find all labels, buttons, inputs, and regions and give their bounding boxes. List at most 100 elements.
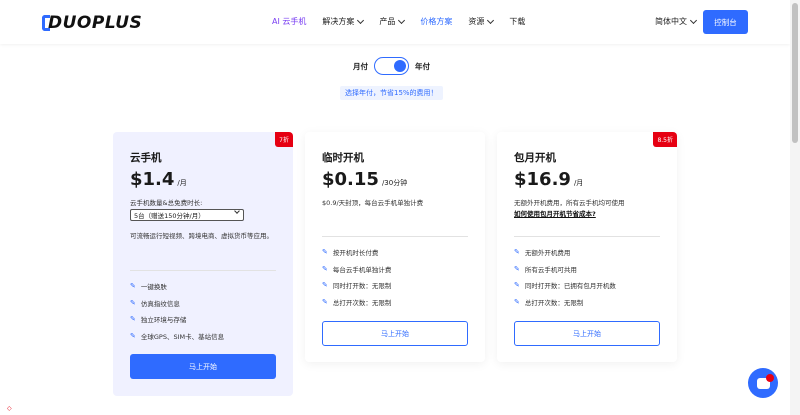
logo-text: DUOPLUS bbox=[48, 13, 143, 33]
top-navbar: DUOPLUS AI 云手机 解决方案 产品 价格方案 资源 下载 简体中文 控… bbox=[0, 0, 790, 44]
feature-item: ✎ 总打开次数：无限制 bbox=[514, 294, 616, 311]
feature-item: ✎ 一键换肤 bbox=[130, 278, 224, 295]
save-cost-link[interactable]: 如何使用包月开机节省成本? bbox=[514, 210, 596, 218]
toggle-knob bbox=[394, 60, 406, 72]
plan-card-cloud-phone: 7折 云手机 $1.4/月 云手机数量&总免费时长: 5台（赠送150分钟/月）… bbox=[113, 132, 293, 396]
phone-quantity-select[interactable]: 5台（赠送150分钟/月） bbox=[130, 208, 244, 221]
chevron-down-icon bbox=[487, 16, 495, 24]
price-value: $16.9 bbox=[514, 169, 571, 190]
start-now-button[interactable]: 马上开始 bbox=[130, 354, 276, 379]
pin-icon: ✎ bbox=[514, 264, 520, 273]
pin-icon: ✎ bbox=[322, 297, 328, 306]
plan-card-monthly-boot: 8.5折 包月开机 $16.9/月 无额外开机费用，所有云手机均可使用 如何使用… bbox=[497, 132, 677, 362]
price-value: $0.15 bbox=[322, 169, 379, 190]
page-scrollbar[interactable] bbox=[790, 0, 800, 415]
billing-toggle[interactable] bbox=[374, 57, 409, 75]
pin-icon: ✎ bbox=[130, 298, 136, 307]
nav-item-download[interactable]: 下载 bbox=[509, 16, 525, 27]
nav-item-pricing[interactable]: 价格方案 bbox=[420, 16, 452, 27]
nav-label: AI 云手机 bbox=[272, 17, 307, 26]
plan-price: $1.4/月 bbox=[130, 169, 187, 190]
plan-description: 云手机数量&总免费时长: bbox=[130, 199, 203, 207]
language-selector[interactable]: 简体中文 bbox=[655, 16, 698, 27]
plan-price: $0.15/30分钟 bbox=[322, 169, 407, 190]
chevron-down-icon bbox=[398, 16, 406, 24]
feature-item: ✎ 仿真指纹信息 bbox=[130, 295, 224, 312]
nav-item-solutions[interactable]: 解决方案 bbox=[322, 16, 365, 27]
desc-text: 无额外开机费用，所有云手机均可使用 bbox=[514, 199, 625, 207]
feature-list: ✎ 一键换肤 ✎ 仿真指纹信息 ✎ 独立环境与存储 ✎ 全球GPS、SIM卡、基站信息 bbox=[130, 278, 224, 344]
select-value: 5台（赠送150分钟/月） bbox=[134, 212, 205, 220]
discount-badge: 7折 bbox=[275, 132, 293, 147]
console-button[interactable]: 控制台 bbox=[703, 10, 748, 34]
price-unit: /30分钟 bbox=[381, 179, 408, 187]
feature-list: ✎ 按开机时长付费 ✎ 每台云手机单独计费 ✎ 同时打开数：无限制 ✎ 总打开次数：无限… bbox=[322, 244, 391, 310]
feature-text: 无额外开机费用 bbox=[524, 249, 571, 258]
pin-icon: ✎ bbox=[514, 281, 520, 290]
duoplus-logo[interactable]: DUOPLUS bbox=[42, 13, 142, 33]
plan-title: 包月开机 bbox=[514, 152, 556, 164]
yearly-promo-text: 选择年付，节省15%的费用！ bbox=[340, 86, 443, 100]
feature-text: 同时打开数：已拥有包月开机数 bbox=[524, 282, 616, 291]
pin-icon: ✎ bbox=[130, 282, 136, 291]
nav-item-ai-phone[interactable]: AI 云手机 bbox=[272, 16, 306, 27]
pin-icon: ✎ bbox=[322, 264, 328, 273]
yearly-label[interactable]: 年付 bbox=[415, 61, 430, 72]
plan-card-temporary-boot: 临时开机 $0.15/30分钟 $0.9/天封顶，每台云手机单独计费 ✎ 按开机时… bbox=[305, 132, 485, 362]
feature-item: ✎ 所有云手机可共用 bbox=[514, 261, 616, 278]
pin-icon: ✎ bbox=[130, 331, 136, 340]
language-label: 简体中文 bbox=[655, 17, 687, 26]
chevron-down-icon bbox=[234, 208, 240, 214]
feature-item: ✎ 每台云手机单独计费 bbox=[322, 261, 391, 278]
bottom-left-icon: ◇ bbox=[7, 405, 12, 412]
billing-toggle-group: 月付 年付 bbox=[353, 57, 430, 75]
pin-icon: ✎ bbox=[514, 297, 520, 306]
chat-icon bbox=[756, 373, 774, 389]
monthly-label[interactable]: 月付 bbox=[353, 61, 368, 72]
feature-text: 仿真指纹信息 bbox=[140, 299, 180, 308]
plan-note: 可流畅运行短视频、跨境电商、虚拟货币等应用。 bbox=[130, 232, 273, 240]
nav-item-products[interactable]: 产品 bbox=[379, 16, 406, 27]
feature-list: ✎ 无额外开机费用 ✎ 所有云手机可共用 ✎ 同时打开数：已拥有包月开机数 ✎ 总打开次… bbox=[514, 244, 616, 310]
nav-item-resources[interactable]: 资源 bbox=[468, 16, 495, 27]
feature-text: 总打开次数：无限制 bbox=[524, 298, 584, 307]
nav-label: 解决方案 bbox=[322, 17, 355, 26]
chevron-down-icon bbox=[689, 16, 698, 24]
pin-icon: ✎ bbox=[322, 281, 328, 290]
nav-label: 资源 bbox=[468, 17, 485, 26]
discount-badge: 8.5折 bbox=[653, 132, 677, 147]
feature-text: 独立环境与存储 bbox=[140, 316, 187, 325]
start-now-button[interactable]: 马上开始 bbox=[322, 321, 468, 346]
feature-text: 全球GPS、SIM卡、基站信息 bbox=[140, 332, 225, 341]
divider bbox=[322, 236, 468, 237]
feature-text: 按开机时长付费 bbox=[332, 249, 379, 258]
feature-text: 同时打开数：无限制 bbox=[332, 282, 392, 291]
pin-icon: ✎ bbox=[514, 248, 520, 257]
plan-description: 无额外开机费用，所有云手机均可使用 如何使用包月开机节省成本? bbox=[514, 198, 664, 220]
notification-dot bbox=[765, 373, 774, 382]
pin-icon: ✎ bbox=[322, 248, 328, 257]
plan-title: 临时开机 bbox=[322, 152, 364, 164]
price-unit: /月 bbox=[573, 179, 584, 187]
feature-item: ✎ 全球GPS、SIM卡、基站信息 bbox=[130, 328, 224, 345]
feature-text: 一键换肤 bbox=[140, 283, 167, 292]
feature-item: ✎ 按开机时长付费 bbox=[322, 244, 391, 261]
chat-support-button[interactable] bbox=[748, 368, 778, 398]
feature-item: ✎ 无额外开机费用 bbox=[514, 244, 616, 261]
plan-description: $0.9/天封顶，每台云手机单独计费 bbox=[322, 199, 424, 207]
start-now-button[interactable]: 马上开始 bbox=[514, 321, 660, 346]
feature-item: ✎ 同时打开数：无限制 bbox=[322, 277, 391, 294]
price-value: $1.4 bbox=[130, 169, 175, 190]
scrollbar-thumb[interactable] bbox=[792, 3, 798, 143]
feature-item: ✎ 同时打开数：已拥有包月开机数 bbox=[514, 277, 616, 294]
feature-text: 所有云手机可共用 bbox=[524, 265, 577, 274]
nav-label: 价格方案 bbox=[420, 17, 453, 26]
price-unit: /月 bbox=[177, 179, 187, 187]
feature-text: 总打开次数：无限制 bbox=[332, 298, 392, 307]
plan-price: $16.9/月 bbox=[514, 169, 583, 190]
divider bbox=[514, 236, 660, 237]
nav-label: 产品 bbox=[379, 17, 396, 26]
nav-label: 下载 bbox=[509, 17, 526, 26]
feature-item: ✎ 独立环境与存储 bbox=[130, 311, 224, 328]
plan-title: 云手机 bbox=[130, 152, 162, 164]
